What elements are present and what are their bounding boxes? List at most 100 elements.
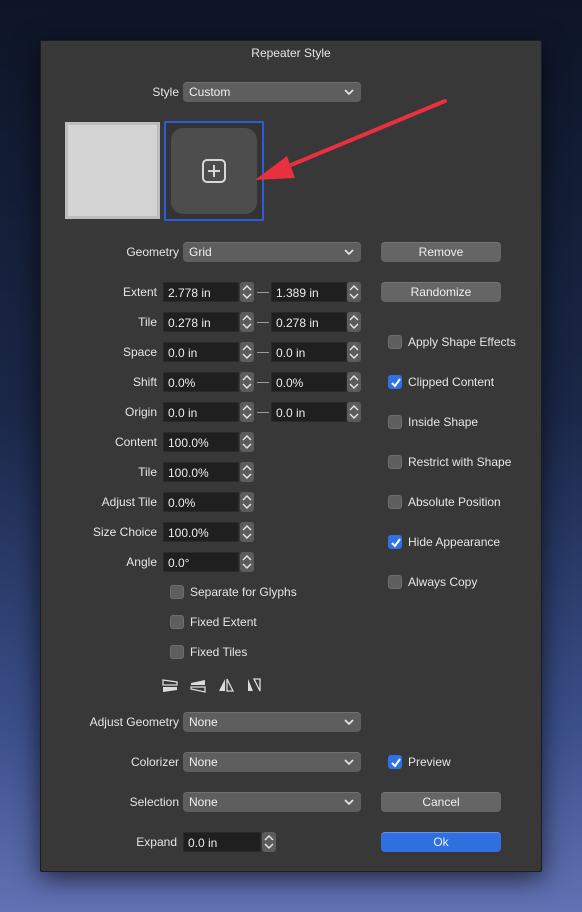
checkbox-label: Fixed Tiles xyxy=(190,645,248,659)
selection-popup[interactable]: None xyxy=(183,792,361,812)
adjust-tile-label: Adjust Tile xyxy=(101,495,157,509)
shift-y-stepper[interactable] xyxy=(347,372,361,392)
origin-x-stepper[interactable] xyxy=(240,402,254,422)
angle-field[interactable]: 0.0° xyxy=(163,552,239,572)
adjust-geometry-popup[interactable]: None xyxy=(183,712,361,732)
plus-square-icon xyxy=(202,159,226,183)
origin-y-field[interactable]: 0.0 in xyxy=(271,402,347,422)
origin-x-field[interactable]: 0.0 in xyxy=(163,402,239,422)
link-divider xyxy=(257,352,269,353)
repeater-style-dialog: Repeater Style Style Custom Geometry Gri… xyxy=(40,40,542,872)
expand-label: Expand xyxy=(136,835,177,849)
checkmark-icon xyxy=(391,538,401,548)
checkbox-box[interactable] xyxy=(388,375,402,389)
stepper-arrows-icon xyxy=(349,375,359,389)
checkbox-box[interactable] xyxy=(388,335,402,349)
size-choice-label: Size Choice xyxy=(92,525,157,539)
checkbox-box[interactable] xyxy=(388,535,402,549)
stepper-arrows-icon xyxy=(242,495,252,509)
checkmark-icon xyxy=(391,758,401,768)
shift-x-stepper[interactable] xyxy=(240,372,254,392)
space-y-stepper[interactable] xyxy=(347,342,361,362)
selection-value: None xyxy=(189,795,218,809)
stepper-arrows-icon xyxy=(264,835,274,849)
stepper-arrows-icon xyxy=(349,285,359,299)
tile-width-stepper[interactable] xyxy=(240,312,254,332)
checkmark-icon xyxy=(391,378,401,388)
checkbox-box[interactable] xyxy=(388,755,402,769)
extent-width-field[interactable]: 2.778 in xyxy=(163,282,239,302)
checkbox-box[interactable] xyxy=(170,615,184,629)
size-choice-stepper[interactable] xyxy=(240,522,254,542)
extent-label: Extent xyxy=(122,285,157,299)
chevron-down-icon xyxy=(344,719,354,726)
flip-top-icon[interactable] xyxy=(189,677,207,693)
checkbox-label: Clipped Content xyxy=(408,375,495,389)
stepper-arrows-icon xyxy=(349,315,359,329)
expand-field[interactable]: 0.0 in xyxy=(183,832,261,852)
origin-y-stepper[interactable] xyxy=(347,402,361,422)
checkbox-label: Fixed Extent xyxy=(190,615,257,629)
space-y-field[interactable]: 0.0 in xyxy=(271,342,347,362)
ok-button[interactable]: Ok xyxy=(381,832,501,852)
adjust-tile-field[interactable]: 0.0% xyxy=(163,492,239,512)
extent-width-stepper[interactable] xyxy=(240,282,254,302)
shift-x-field[interactable]: 0.0% xyxy=(163,372,239,392)
angle-stepper[interactable] xyxy=(240,552,254,572)
randomize-button[interactable]: Randomize xyxy=(381,282,501,302)
colorizer-popup[interactable]: None xyxy=(183,752,361,772)
origin-label: Origin xyxy=(124,405,157,419)
size-choice-field[interactable]: 100.0% xyxy=(163,522,239,542)
tile-percent-field[interactable]: 100.0% xyxy=(163,462,239,482)
space-x-field[interactable]: 0.0 in xyxy=(163,342,239,362)
stepper-arrows-icon xyxy=(242,465,252,479)
colorizer-value: None xyxy=(189,755,218,769)
checkbox-box[interactable] xyxy=(388,575,402,589)
space-x-stepper[interactable] xyxy=(240,342,254,362)
geometry-label: Geometry xyxy=(126,245,179,259)
red-arrow-annotation xyxy=(255,99,447,180)
cancel-button[interactable]: Cancel xyxy=(381,792,501,812)
shift-y-field[interactable]: 0.0% xyxy=(271,372,347,392)
tile-percent-stepper[interactable] xyxy=(240,462,254,482)
checkbox-box[interactable] xyxy=(170,585,184,599)
content-stepper[interactable] xyxy=(240,432,254,452)
checkbox-label: Preview xyxy=(408,755,451,769)
checkbox-box[interactable] xyxy=(170,645,184,659)
extent-height-field[interactable]: 1.389 in xyxy=(271,282,347,302)
extent-height-stepper[interactable] xyxy=(347,282,361,302)
link-divider xyxy=(257,322,269,323)
checkbox-box[interactable] xyxy=(388,495,402,509)
stepper-arrows-icon xyxy=(349,345,359,359)
checkbox-box[interactable] xyxy=(388,455,402,469)
checkbox-label: Always Copy xyxy=(408,575,478,589)
expand-stepper[interactable] xyxy=(262,832,276,852)
stepper-arrows-icon xyxy=(242,285,252,299)
add-style-button[interactable] xyxy=(171,128,257,214)
checkbox-label: Restrict with Shape xyxy=(408,455,512,469)
adjust-tile-stepper[interactable] xyxy=(240,492,254,512)
adjust-geometry-label: Adjust Geometry xyxy=(89,715,179,729)
adjust-geometry-value: None xyxy=(189,715,218,729)
stepper-arrows-icon xyxy=(242,345,252,359)
style-label: Style xyxy=(152,85,179,99)
chevron-down-icon xyxy=(344,759,354,766)
content-field[interactable]: 100.0% xyxy=(163,432,239,452)
dialog-title: Repeater Style xyxy=(251,46,331,60)
checkbox-label: Apply Shape Effects xyxy=(408,335,516,349)
skew-icon[interactable] xyxy=(245,677,263,693)
angle-label: Angle xyxy=(126,555,157,569)
tile-height-field[interactable]: 0.278 in xyxy=(271,312,347,332)
remove-button[interactable]: Remove xyxy=(381,242,501,262)
chevron-down-icon xyxy=(344,799,354,806)
style-thumbnail[interactable] xyxy=(65,122,160,219)
geometry-popup[interactable]: Grid xyxy=(183,242,361,262)
geometry-value: Grid xyxy=(189,245,212,259)
tile-width-field[interactable]: 0.278 in xyxy=(163,312,239,332)
tile-height-stepper[interactable] xyxy=(347,312,361,332)
stepper-arrows-icon xyxy=(242,405,252,419)
flip-bottom-icon[interactable] xyxy=(161,677,179,693)
flip-horizontal-icon[interactable] xyxy=(217,677,235,693)
stepper-arrows-icon xyxy=(242,315,252,329)
checkbox-box[interactable] xyxy=(388,415,402,429)
